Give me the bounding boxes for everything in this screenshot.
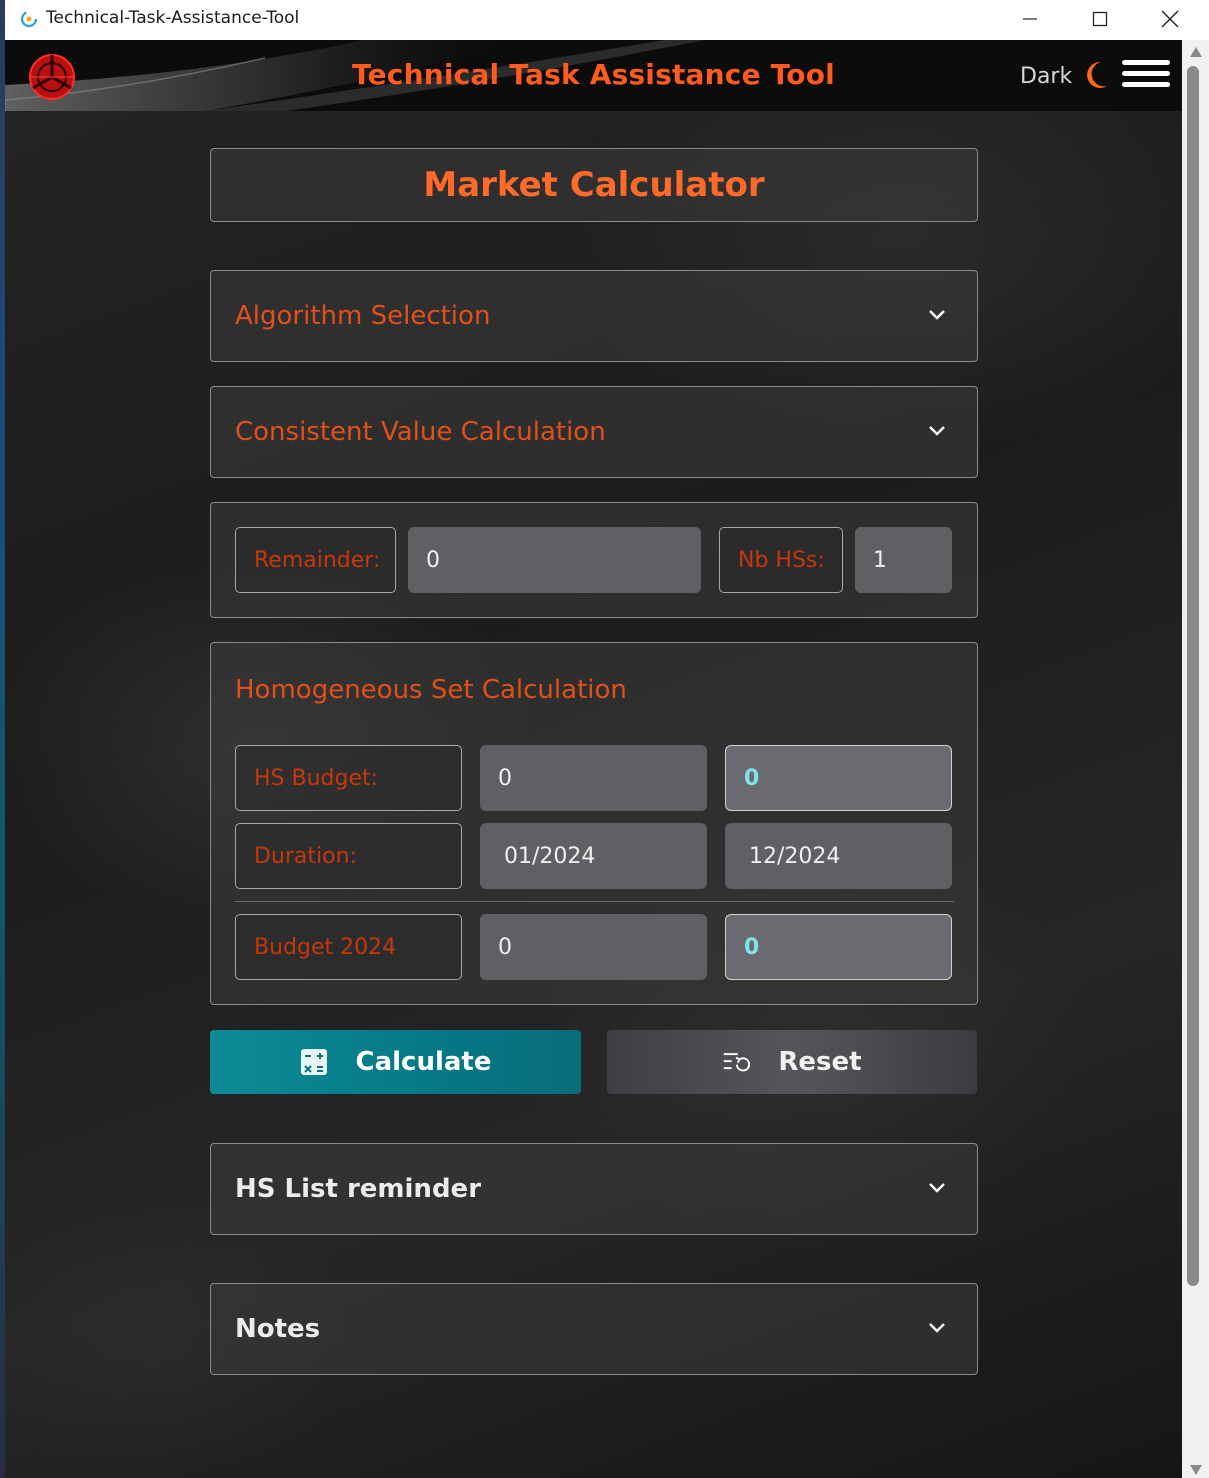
scrollbar-thumb[interactable] <box>1187 66 1199 1286</box>
accordion-label: Consistent Value Calculation <box>235 417 606 447</box>
window-title: Technical-Task-Assistance-Tool <box>46 8 300 28</box>
section-title: Homogeneous Set Calculation <box>235 675 627 705</box>
duration-start-input[interactable]: 01/2024 <box>480 823 707 889</box>
chevron-down-icon <box>929 1183 945 1193</box>
app-header: Technical Task Assistance Tool Dark <box>5 40 1182 111</box>
accordion-notes[interactable]: Notes <box>210 1283 978 1375</box>
calculate-button[interactable]: Calculate <box>210 1030 581 1094</box>
remainder-input[interactable]: 0 <box>408 527 701 593</box>
menu-icon-bar <box>1122 82 1170 87</box>
accordion-label: Algorithm Selection <box>235 301 491 331</box>
accordion-label: HS List reminder <box>235 1174 482 1204</box>
duration-end-input[interactable]: 12/2024 <box>725 823 952 889</box>
accordion-consistent-value[interactable]: Consistent Value Calculation <box>210 386 978 478</box>
budget-year-label: Budget 2024 <box>235 914 462 980</box>
app-icon <box>20 10 38 28</box>
reset-button[interactable]: Reset <box>607 1030 977 1094</box>
nb-hss-label: Nb HSs: <box>719 527 843 593</box>
scroll-down-arrow-icon[interactable] <box>1189 1464 1203 1476</box>
close-button[interactable] <box>1135 0 1205 38</box>
theme-label: Dark <box>1020 64 1073 89</box>
chevron-down-icon <box>929 1323 945 1333</box>
homogeneous-set-panel: Homogeneous Set Calculation HS Budget: 0… <box>210 642 978 1005</box>
maximize-button[interactable] <box>1065 0 1135 38</box>
budget-year-result: 0 <box>725 914 952 980</box>
remainder-panel: Remainder: 0 Nb HSs: 1 <box>210 502 978 618</box>
accordion-algorithm-selection[interactable]: Algorithm Selection <box>210 270 978 362</box>
app-window: Technical-Task-Assistance-Tool Technical… <box>0 0 1209 1478</box>
menu-icon-bar <box>1122 60 1170 65</box>
budget-year-input[interactable]: 0 <box>480 914 707 980</box>
calculator-icon <box>300 1049 327 1075</box>
duration-label: Duration: <box>235 823 462 889</box>
close-icon <box>1161 10 1179 28</box>
app-content: Technical Task Assistance Tool Dark Mark… <box>5 40 1182 1478</box>
accordion-label: Notes <box>235 1314 321 1344</box>
calculate-label: Calculate <box>355 1047 492 1077</box>
divider <box>235 901 954 902</box>
menu-icon-bar <box>1122 71 1170 76</box>
accordion-hs-list-reminder[interactable]: HS List reminder <box>210 1143 978 1235</box>
minimize-icon <box>1023 18 1037 20</box>
menu-button[interactable] <box>1122 60 1170 92</box>
minimize-button[interactable] <box>995 0 1065 38</box>
hs-budget-input[interactable]: 0 <box>480 745 707 811</box>
app-title: Technical Task Assistance Tool <box>352 58 835 91</box>
vertical-scrollbar[interactable] <box>1182 40 1209 1478</box>
nb-hss-input[interactable]: 1 <box>855 527 952 593</box>
window-titlebar[interactable]: Technical-Task-Assistance-Tool <box>5 0 1209 40</box>
moon-icon[interactable] <box>1083 60 1109 90</box>
page-title-panel: Market Calculator <box>210 148 978 222</box>
scroll-up-arrow-icon[interactable] <box>1189 46 1203 58</box>
reset-label: Reset <box>778 1047 862 1077</box>
reset-list-icon <box>724 1053 751 1072</box>
hs-budget-result: 0 <box>725 745 952 811</box>
page-title: Market Calculator <box>423 165 765 205</box>
maximize-icon <box>1092 11 1108 27</box>
remainder-label: Remainder: <box>235 527 396 593</box>
chevron-down-icon <box>929 426 945 436</box>
hs-budget-label: HS Budget: <box>235 745 462 811</box>
chevron-down-icon <box>929 310 945 320</box>
